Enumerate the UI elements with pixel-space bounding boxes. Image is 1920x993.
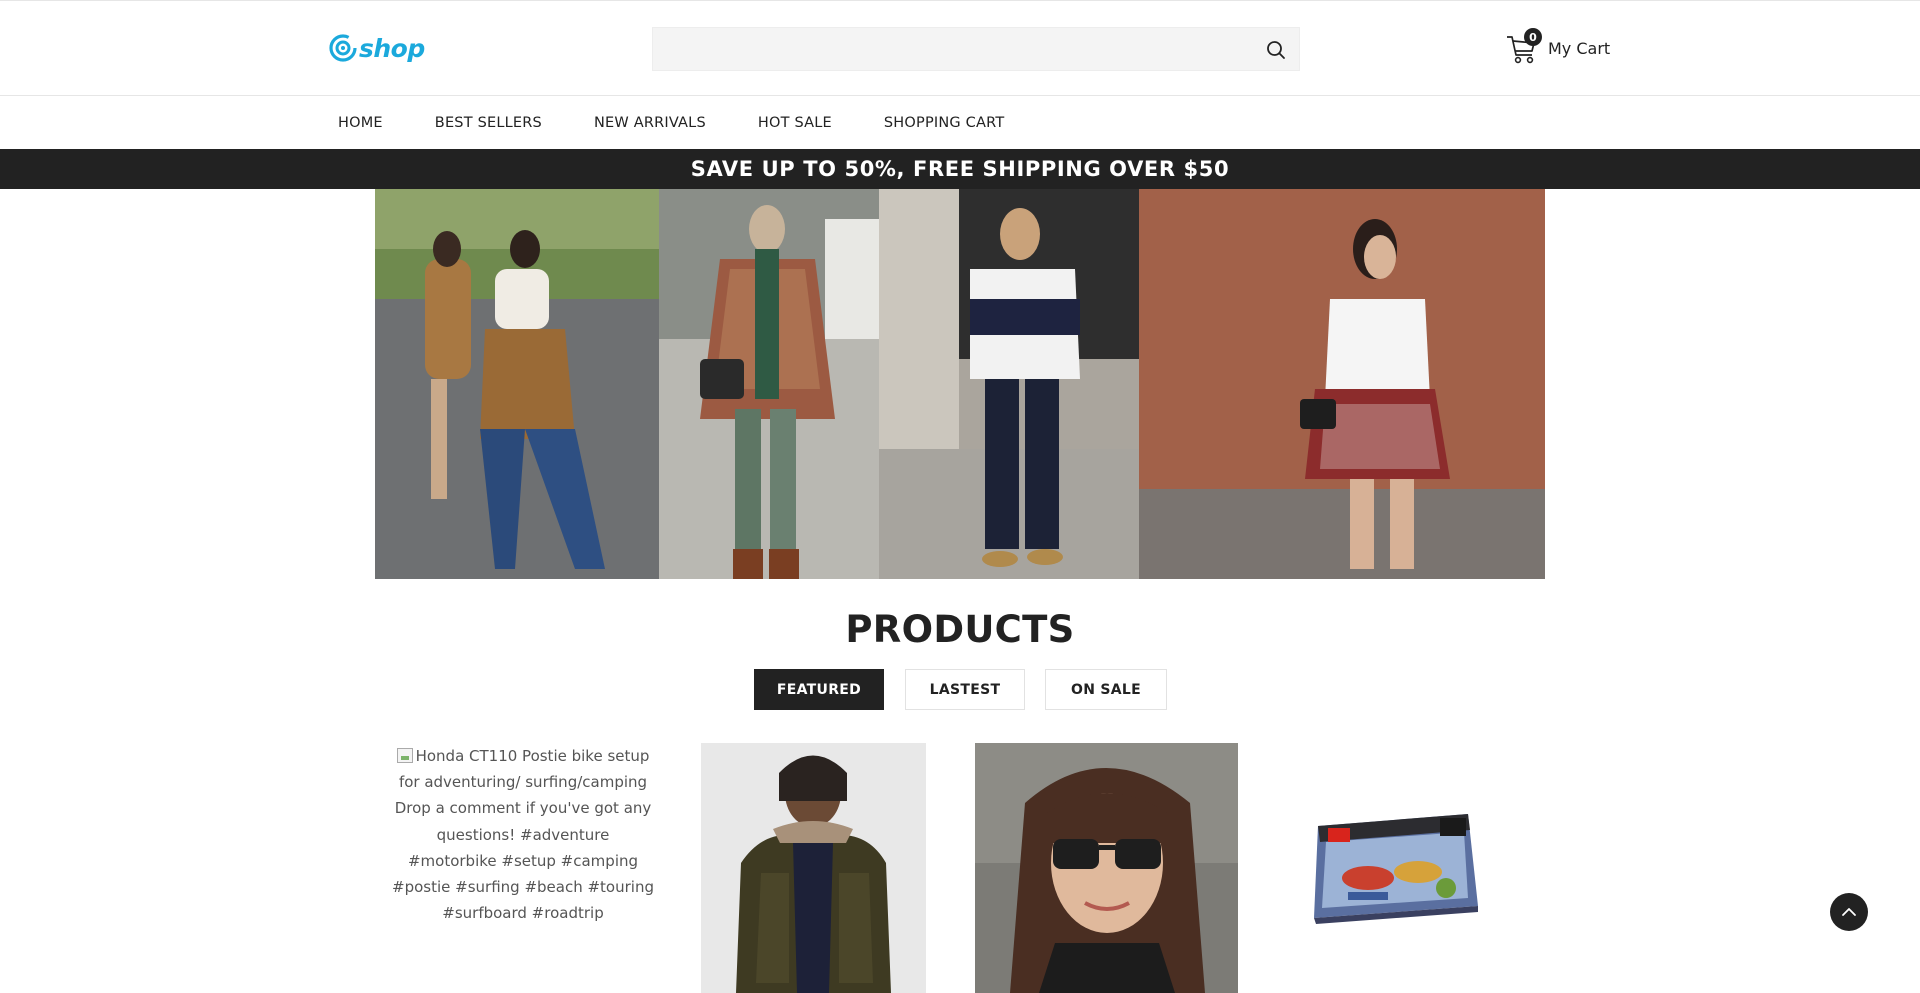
tab-on-sale[interactable]: ON SALE	[1045, 669, 1167, 710]
product-1-image-alt: Honda CT110 Postie bike setup for advent…	[392, 747, 654, 923]
search-icon	[1267, 41, 1285, 59]
cart-icon-wrap: 0	[1506, 28, 1542, 65]
nav-item-new-arrivals[interactable]: NEW ARRIVALS	[594, 115, 706, 131]
hero-photo-3	[879, 189, 1139, 579]
swirl-logo-icon	[329, 34, 357, 62]
site-header: shop 0 My Cart	[0, 0, 1920, 96]
cart-label: My Cart	[1548, 38, 1611, 58]
broken-image-icon	[396, 748, 413, 763]
product-card-4[interactable]	[1308, 806, 1480, 924]
site-logo[interactable]: shop	[328, 33, 425, 63]
logo-text: shop	[359, 33, 425, 63]
search-input[interactable]	[653, 28, 1253, 70]
nav-item-hot-sale[interactable]: HOT SALE	[758, 115, 832, 131]
nav-item-shopping-cart[interactable]: SHOPPING CART	[884, 115, 1005, 131]
nav-item-best-sellers[interactable]: BEST SELLERS	[435, 115, 542, 131]
back-to-top-button[interactable]	[1830, 893, 1868, 931]
product-card-3[interactable]	[975, 743, 1238, 993]
hero-photo-4	[1139, 189, 1545, 579]
chevron-up-icon	[1842, 908, 1856, 916]
hero-collage	[375, 189, 1545, 579]
products-heading: PRODUCTS	[845, 608, 1075, 651]
hero-photo-1	[375, 189, 659, 579]
hero-photo-2	[659, 189, 879, 579]
tab-lastest[interactable]: LASTEST	[905, 669, 1025, 710]
product-2-image	[701, 743, 926, 993]
cart-count-badge: 0	[1524, 28, 1542, 46]
promo-banner: SAVE UP TO 50%, FREE SHIPPING OVER $50	[0, 149, 1920, 189]
hero-banner-image[interactable]	[375, 189, 1545, 579]
cart-button[interactable]: 0 My Cart	[1506, 28, 1611, 65]
product-card-2[interactable]	[701, 743, 926, 993]
search-button[interactable]	[1263, 37, 1289, 63]
product-card-1[interactable]: Honda CT110 Postie bike setup for advent…	[390, 743, 656, 926]
main-nav: HOME BEST SELLERS NEW ARRIVALS HOT SALE …	[0, 96, 1920, 149]
product-4-image	[1314, 814, 1478, 924]
nav-item-home[interactable]: HOME	[338, 115, 383, 131]
tab-featured[interactable]: FEATURED	[754, 669, 884, 710]
product-3-image	[975, 743, 1238, 993]
search-bar	[652, 27, 1300, 71]
